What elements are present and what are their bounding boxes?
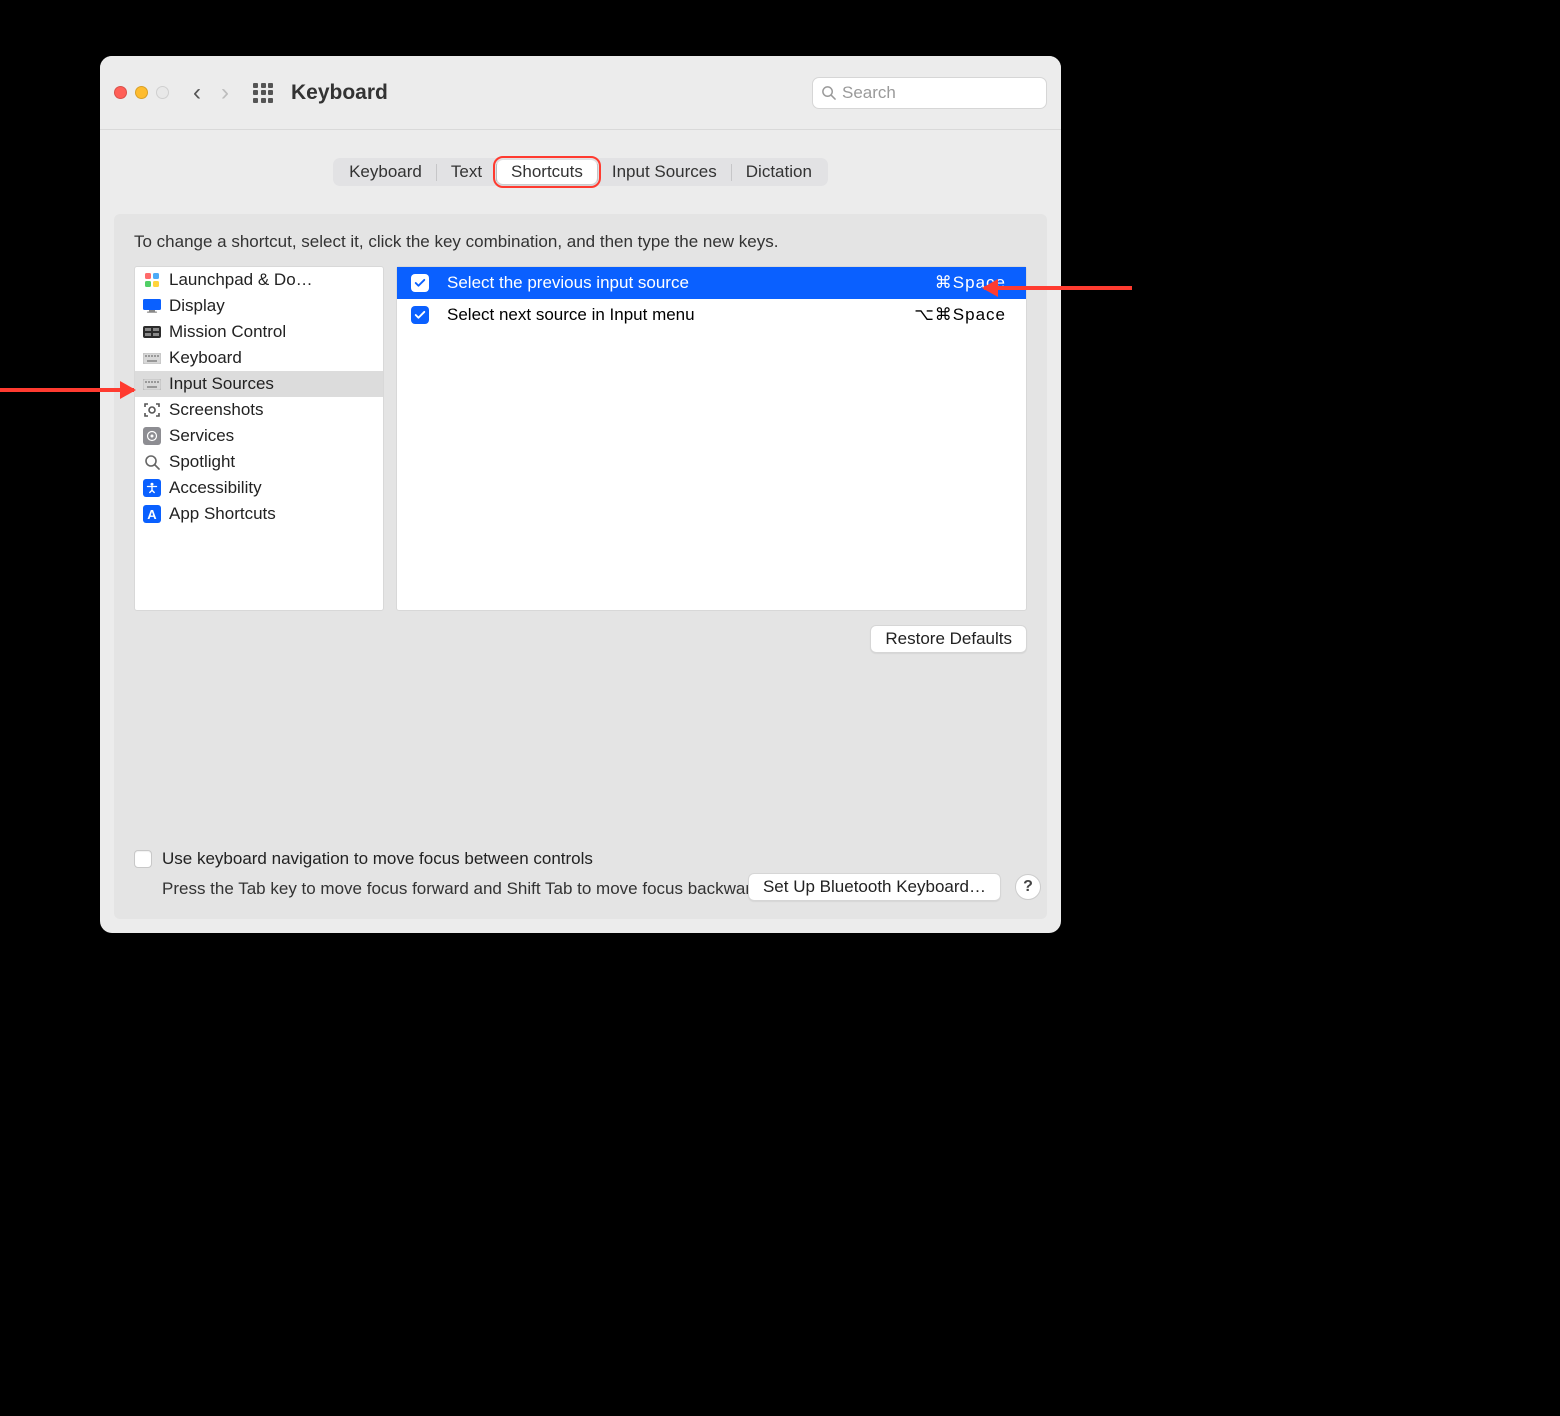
sidebar-item-label: App Shortcuts [169,504,276,524]
sidebar-item-keyboard[interactable]: Keyboard [135,345,383,371]
services-icon [143,427,161,445]
sidebar-item-display[interactable]: Display [135,293,383,319]
search-input[interactable]: Search [812,77,1047,109]
sidebar-item-accessibility[interactable]: Accessibility [135,475,383,501]
titlebar: ‹ › Keyboard Search [100,56,1061,130]
tab-dictation[interactable]: Dictation [732,160,826,184]
minimize-icon[interactable] [135,86,148,99]
shortcuts-panel: To change a shortcut, select it, click t… [114,214,1047,919]
tab-shortcuts[interactable]: Shortcuts [497,160,597,184]
restore-defaults-button[interactable]: Restore Defaults [870,625,1027,653]
sidebar-item-services[interactable]: Services [135,423,383,449]
sidebar-item-launchpad[interactable]: Launchpad & Do… [135,267,383,293]
launchpad-icon [143,271,161,289]
mission-control-icon [143,323,161,341]
sidebar-item-mission-control[interactable]: Mission Control [135,319,383,345]
tab-strip: Keyboard Text Shortcuts Input Sources Di… [114,130,1047,186]
keyboard-icon [143,375,161,393]
sidebar-item-spotlight[interactable]: Spotlight [135,449,383,475]
help-button[interactable]: ? [1015,874,1041,900]
sidebar-item-screenshots[interactable]: Screenshots [135,397,383,423]
zoom-icon[interactable] [156,86,169,99]
shortcut-label: Select next source in Input menu [447,305,896,325]
sidebar-item-label: Screenshots [169,400,264,420]
sidebar-item-app-shortcuts[interactable]: A App Shortcuts [135,501,383,527]
sidebar-item-label: Input Sources [169,374,274,394]
shortcut-label: Select the previous input source [447,273,917,293]
bluetooth-keyboard-button[interactable]: Set Up Bluetooth Keyboard… [748,873,1001,901]
tab-input-sources[interactable]: Input Sources [598,160,731,184]
forward-button[interactable]: › [221,79,229,107]
sidebar-item-label: Launchpad & Do… [169,270,313,290]
tab-text[interactable]: Text [437,160,496,184]
sidebar-item-label: Keyboard [169,348,242,368]
accessibility-icon [143,479,161,497]
nav-arrows: ‹ › [193,79,229,107]
tab-keyboard[interactable]: Keyboard [335,160,436,184]
annotation-arrow-right [984,286,1132,290]
window-title: Keyboard [291,81,388,105]
keyboard-icon [143,349,161,367]
back-button[interactable]: ‹ [193,79,201,107]
sidebar-item-label: Services [169,426,234,446]
close-icon[interactable] [114,86,127,99]
sidebar-item-input-sources[interactable]: Input Sources [135,371,383,397]
segmented-control: Keyboard Text Shortcuts Input Sources Di… [333,158,828,186]
search-placeholder: Search [842,83,896,103]
content-area: Keyboard Text Shortcuts Input Sources Di… [114,130,1047,919]
preferences-window: ‹ › Keyboard Search Keyboard Text Shortc… [100,56,1061,933]
panel-hint: To change a shortcut, select it, click t… [134,232,1027,252]
shortcut-key[interactable]: ⌘Space [935,273,1012,293]
shortcut-detail-list[interactable]: Select the previous input source ⌘Space … [396,266,1027,611]
checkbox-icon[interactable] [411,306,429,324]
category-list[interactable]: Launchpad & Do… Display Mission Control [134,266,384,611]
sidebar-item-label: Display [169,296,225,316]
screenshot-icon [143,401,161,419]
show-all-icon[interactable] [253,83,273,103]
app-icon: A [143,505,161,523]
keyboard-nav-label: Use keyboard navigation to move focus be… [162,849,593,869]
annotation-arrow-left [0,388,134,392]
spotlight-icon [143,453,161,471]
shortcut-row[interactable]: Select the previous input source ⌘Space [397,267,1026,299]
sidebar-item-label: Mission Control [169,322,286,342]
checkbox-icon[interactable] [411,274,429,292]
sidebar-item-label: Spotlight [169,452,235,472]
shortcut-key[interactable]: ⌥⌘Space [914,305,1012,325]
keyboard-nav-checkbox[interactable] [134,850,152,868]
shortcut-row[interactable]: Select next source in Input menu ⌥⌘Space [397,299,1026,331]
sidebar-item-label: Accessibility [169,478,262,498]
window-controls [114,86,169,99]
display-icon [143,297,161,315]
search-icon [821,85,836,100]
